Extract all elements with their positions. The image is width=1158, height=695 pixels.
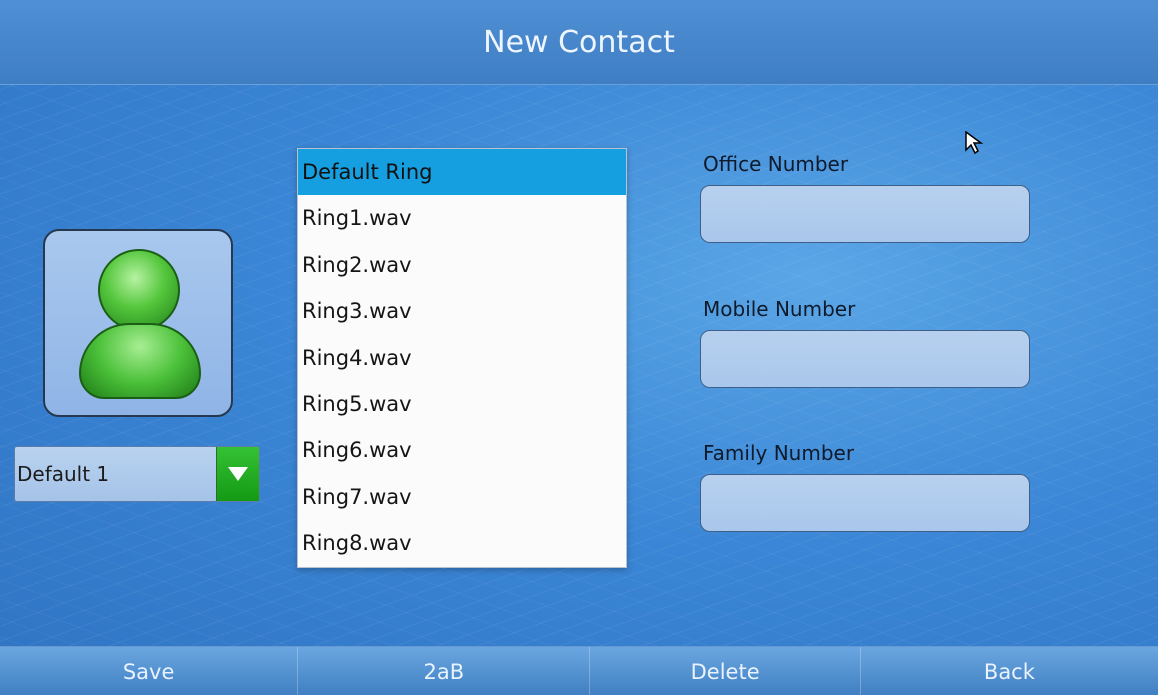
family-number-input[interactable] [700,474,1030,532]
ring-item-5[interactable]: Ring5.wav [298,381,626,427]
ring-item-default[interactable]: Default Ring [298,149,626,196]
delete-button[interactable]: Delete [590,647,861,695]
family-number-label: Family Number [703,441,855,465]
office-number-label: Office Number [703,152,849,176]
contact-photo[interactable] [43,229,233,417]
photo-select[interactable]: Default 1 [14,446,260,502]
ring-item-3[interactable]: Ring3.wav [298,288,626,334]
page-title: New Contact [483,24,675,60]
title-bar: New Contact [0,0,1158,85]
ring-item-4[interactable]: Ring4.wav [298,335,626,381]
mouse-pointer-icon [965,131,984,155]
person-icon-body [79,323,201,399]
ring-dropdown-list[interactable]: Default Ring Ring1.wav Ring2.wav Ring3.w… [297,148,627,568]
ring-item-6[interactable]: Ring6.wav [298,427,626,473]
person-icon [98,249,180,331]
ring-item-8[interactable]: Ring8.wav [298,520,626,566]
save-button[interactable]: Save [0,647,299,695]
photo-select-value: Default 1 [17,462,110,486]
ring-item-1[interactable]: Ring1.wav [298,195,626,241]
new-contact-screen: New Contact Default 1 Default Ring Ring1… [0,0,1158,695]
triangle-down-icon[interactable] [216,447,259,501]
ring-item-7[interactable]: Ring7.wav [298,474,626,520]
office-number-input[interactable] [700,185,1030,243]
back-button[interactable]: Back [861,647,1158,695]
input-mode-button[interactable]: 2aB [298,647,591,695]
mobile-number-input[interactable] [700,330,1030,388]
softkey-bar: Save 2aB Delete Back [0,646,1158,695]
ring-item-2[interactable]: Ring2.wav [298,242,626,288]
mobile-number-label: Mobile Number [703,297,856,321]
